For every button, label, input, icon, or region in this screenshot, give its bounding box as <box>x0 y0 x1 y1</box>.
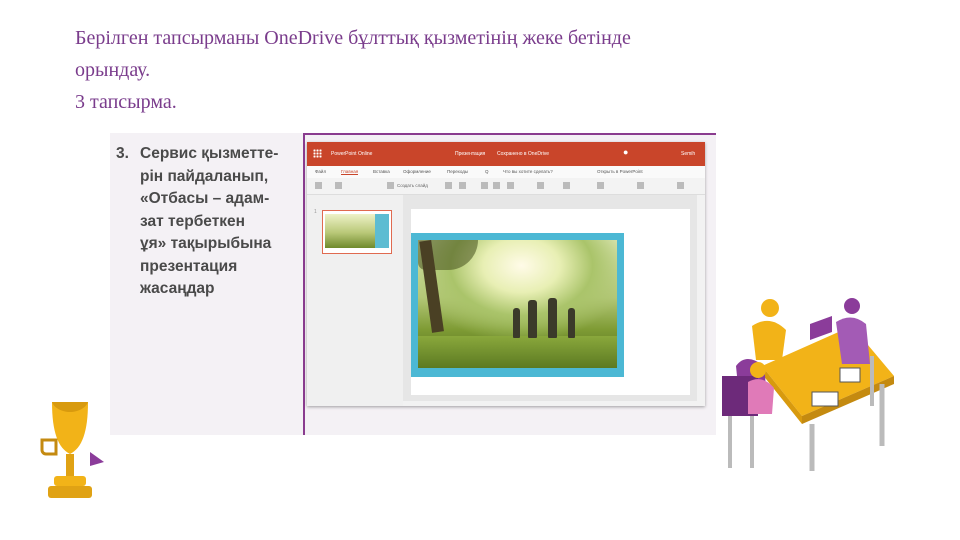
ppt-tab-bar: Файл Главная Вставка Оформление Переходы… <box>307 166 705 178</box>
thumbnail-photo <box>325 214 375 248</box>
photo-frame <box>411 233 624 377</box>
paste-icon <box>335 182 342 189</box>
textbook-vertical-rule <box>303 133 305 435</box>
slide-thumbnail-pane: 1 <box>307 195 403 406</box>
task-line: ұя» тақырыбына <box>140 235 272 252</box>
task-line: презентация <box>140 257 238 275</box>
tell-me-search: Что вы хотите сделать? <box>503 169 553 174</box>
heading-line-2: орындау. <box>75 59 151 81</box>
new-slide-label: Создать слайд <box>397 183 428 188</box>
tab-insert: Вставка <box>373 169 390 174</box>
slide-canvas <box>403 195 705 406</box>
italic-icon <box>493 182 500 189</box>
open-in-powerpoint: Открыть в PowerPoint <box>597 169 643 174</box>
ppt-ribbon: Создать слайд <box>307 178 705 195</box>
task-line: Сервис қызметте- <box>140 145 279 162</box>
format-icon <box>459 182 466 189</box>
person-silhouette <box>513 308 520 338</box>
slide-area <box>411 209 690 395</box>
ppt-save-state: Сохранено в OneDrive <box>497 151 550 157</box>
slide-heading: Берілген тапсырманы OneDrive бұлттық қыз… <box>75 22 631 118</box>
vertical-scrollbar <box>697 195 705 406</box>
tab-design: Оформление <box>403 169 431 174</box>
skype-icon: ● <box>623 147 629 157</box>
clear-format-icon <box>507 182 514 189</box>
shapes-icon <box>597 182 604 189</box>
bullets-icon <box>537 182 544 189</box>
find-icon <box>677 182 684 189</box>
grass <box>418 336 617 368</box>
tab-file: Файл <box>315 169 327 174</box>
person-silhouette <box>568 308 575 338</box>
task-line: зат тербеткен <box>140 212 246 230</box>
task-line: жасаңдар <box>140 280 215 297</box>
task-lines: Сервис қызметте- рін пайдаланып, «Отбасы… <box>140 143 278 301</box>
powerpoint-online-screenshot: PowerPoint Online Презентация Сохранено … <box>307 142 705 406</box>
person-silhouette <box>548 298 557 338</box>
textbook-horizontal-rule <box>303 133 716 135</box>
align-icon <box>563 182 570 189</box>
task-line: «Отбасы – адам- <box>140 190 270 207</box>
ppt-app-title: PowerPoint Online <box>331 151 373 157</box>
trophy-icon <box>40 402 104 498</box>
task-line: рін пайдаланып, <box>140 167 269 185</box>
arrange-icon <box>637 182 644 189</box>
ppt-doc-name: Презентация <box>455 151 486 157</box>
tab-home: Главная <box>341 169 359 175</box>
bold-icon <box>481 182 488 189</box>
team-working-illustration <box>722 298 894 471</box>
tab-more: Q <box>485 169 489 174</box>
slide-thumbnail <box>322 210 392 254</box>
ppt-titlebar: PowerPoint Online Презентация Сохранено … <box>307 142 705 166</box>
task-number: 3. <box>116 145 129 162</box>
app-launcher-icon <box>313 149 322 158</box>
thumb-number: 1 <box>314 209 317 215</box>
horizontal-scrollbar <box>403 401 705 406</box>
person-silhouette <box>528 300 537 338</box>
family-photo <box>418 240 617 368</box>
thumbnail-frame <box>375 214 389 248</box>
tab-transitions: Переходы <box>447 169 469 174</box>
undo-icon <box>315 182 322 189</box>
ppt-user: Semih <box>681 151 696 157</box>
heading-line-1: Берілген тапсырманы OneDrive бұлттық қыз… <box>75 27 631 49</box>
layout-icon <box>445 182 452 189</box>
new-slide-icon <box>387 182 394 189</box>
heading-line-3: 3 тапсырма. <box>75 91 177 113</box>
